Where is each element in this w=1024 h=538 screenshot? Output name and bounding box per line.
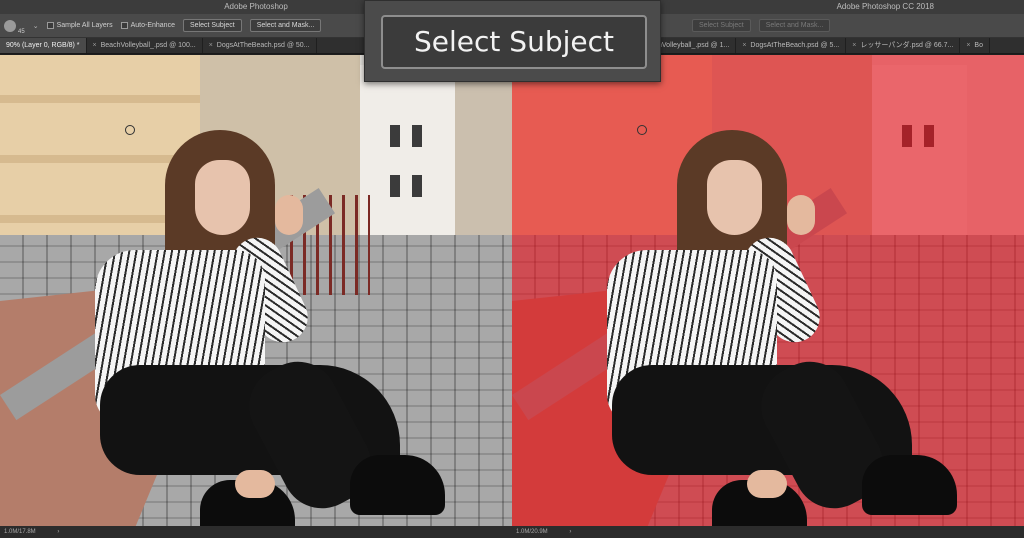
brush-preview-icon[interactable] bbox=[4, 19, 16, 32]
doc-tab[interactable]: × Bo bbox=[960, 38, 990, 53]
face bbox=[707, 160, 762, 235]
selected-subject bbox=[607, 125, 967, 526]
doc-tab-label: DogsAtTheBeach.psd @ 5... bbox=[750, 42, 840, 49]
boot bbox=[350, 455, 445, 515]
doc-tab[interactable]: × DogsAtTheBeach.psd @ 50... bbox=[203, 38, 317, 53]
crosshair-cursor-icon bbox=[637, 125, 647, 135]
doc-tab-label: DogsAtTheBeach.psd @ 50... bbox=[216, 42, 310, 49]
select-subject-callout: Select Subject bbox=[364, 0, 661, 82]
doc-tab-label: Bo bbox=[974, 42, 983, 49]
hand bbox=[275, 195, 303, 235]
brush-size: 45 bbox=[18, 28, 25, 35]
hand bbox=[235, 470, 275, 498]
chevron-right-icon[interactable]: › bbox=[57, 529, 59, 535]
select-subject-button-zoomed[interactable]: Select Subject bbox=[381, 15, 647, 69]
select-and-mask-button[interactable]: Select and Mask... bbox=[249, 19, 322, 32]
doc-size: 1.0M/17.8M bbox=[4, 529, 36, 535]
doc-tab-label: hVolleyball_.psd @ 1... bbox=[658, 42, 730, 49]
hand bbox=[747, 470, 787, 498]
select-and-mask-button[interactable]: Select and Mask... bbox=[758, 19, 831, 32]
sample-all-layers-label: Sample All Layers bbox=[56, 22, 113, 29]
doc-size: 1.0M/20.9M bbox=[516, 529, 548, 535]
hand bbox=[787, 195, 815, 235]
doc-tab[interactable]: 90% (Layer 0, RGB/8) * bbox=[0, 38, 87, 53]
close-icon[interactable]: × bbox=[742, 42, 746, 49]
close-icon[interactable]: × bbox=[93, 42, 97, 49]
status-bar: 1.0M/20.9M › bbox=[512, 526, 1024, 538]
close-icon[interactable]: × bbox=[966, 42, 970, 49]
close-icon[interactable]: × bbox=[209, 42, 213, 49]
checkbox-icon bbox=[120, 22, 128, 29]
facade-band bbox=[0, 95, 200, 103]
select-subject-button[interactable]: Select Subject bbox=[182, 19, 242, 32]
chevron-right-icon[interactable]: › bbox=[569, 529, 571, 535]
auto-enhance-checkbox[interactable]: Auto-Enhance bbox=[120, 22, 175, 29]
close-icon[interactable]: × bbox=[852, 42, 856, 49]
checkbox-icon bbox=[46, 22, 54, 29]
image-canvas[interactable] bbox=[0, 55, 512, 526]
image-canvas-masked[interactable] bbox=[512, 55, 1024, 526]
sample-all-layers-checkbox[interactable]: Sample All Layers bbox=[46, 22, 113, 29]
face bbox=[195, 160, 250, 235]
doc-tab-label: レッサーパンダ.psd @ 66.7... bbox=[860, 42, 954, 49]
doc-tab[interactable]: × レッサーパンダ.psd @ 66.7... bbox=[846, 38, 961, 53]
subject-woman bbox=[95, 125, 455, 526]
brush-cursor-icon bbox=[125, 125, 135, 135]
auto-enhance-label: Auto-Enhance bbox=[130, 22, 175, 29]
status-bar: 1.0M/17.8M › bbox=[0, 526, 512, 538]
doc-tab-label: BeachVolleyball_.psd @ 100... bbox=[100, 42, 196, 49]
doc-tab-label: 90% (Layer 0, RGB/8) * bbox=[6, 42, 80, 49]
doc-tab[interactable]: × BeachVolleyball_.psd @ 100... bbox=[87, 38, 203, 53]
building bbox=[455, 55, 512, 245]
doc-tab[interactable]: hVolleyball_.psd @ 1... bbox=[652, 38, 737, 53]
boot bbox=[862, 455, 957, 515]
doc-tab[interactable]: × DogsAtTheBeach.psd @ 5... bbox=[736, 38, 847, 53]
chevron-down-icon[interactable]: ⌄ bbox=[33, 22, 39, 30]
select-subject-button[interactable]: Select Subject bbox=[692, 19, 751, 32]
